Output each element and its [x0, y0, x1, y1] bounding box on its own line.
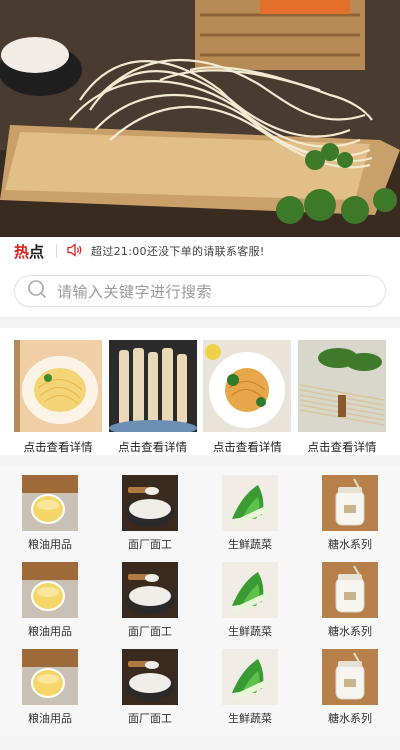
featured-item[interactable]: 点击查看详情	[14, 340, 102, 455]
noodle-banner-illustration	[0, 0, 400, 237]
category-label: 生鲜蔬菜	[228, 538, 272, 551]
category-vegetables[interactable]: 生鲜蔬菜	[200, 562, 300, 649]
pasta-broccoli-image	[203, 340, 292, 432]
category-grain-oil[interactable]: 粮油用品	[0, 649, 100, 736]
category-vegetables[interactable]: 生鲜蔬菜	[200, 649, 300, 736]
milk-jar-icon	[322, 475, 378, 531]
search-input[interactable]: 请输入关键字进行搜索	[14, 275, 386, 307]
category-grain-oil[interactable]: 粮油用品	[0, 562, 100, 649]
flour-bowl-icon	[122, 562, 178, 618]
featured-label: 点击查看详情	[212, 440, 282, 454]
category-label: 粮油用品	[28, 538, 72, 551]
oil-bowl-icon	[22, 649, 78, 705]
category-label: 糖水系列	[328, 538, 372, 551]
category-flour[interactable]: 面厂面工	[100, 562, 200, 649]
spaghetti-plate-image	[14, 340, 102, 432]
category-label: 面厂面工	[128, 712, 172, 725]
bok-choy-icon	[222, 649, 278, 705]
wide-noodles-image	[108, 340, 197, 432]
featured-label: 点击查看详情	[307, 440, 377, 454]
category-grain-oil[interactable]: 粮油用品	[0, 475, 100, 562]
featured-label: 点击查看详情	[23, 440, 93, 454]
category-label: 面厂面工	[128, 625, 172, 638]
bok-choy-icon	[222, 562, 278, 618]
category-label: 生鲜蔬菜	[228, 712, 272, 725]
featured-item[interactable]: 点击查看详情	[297, 340, 386, 455]
milk-jar-icon	[322, 649, 378, 705]
dried-noodles-image	[297, 340, 386, 432]
category-row: 粮油用品 面厂面工 生鲜蔬菜 糖水系列	[0, 562, 400, 649]
banner-image[interactable]	[0, 0, 400, 237]
category-label: 面厂面工	[128, 538, 172, 551]
category-label: 糖水系列	[328, 625, 372, 638]
flour-bowl-icon	[122, 475, 178, 531]
category-grid: 粮油用品 面厂面工 生鲜蔬菜 糖水系列 粮油用品 面厂面工 生鲜蔬菜 糖水系列 …	[0, 467, 400, 736]
category-flour[interactable]: 面厂面工	[100, 649, 200, 736]
category-dessert-soup[interactable]: 糖水系列	[300, 475, 400, 562]
milk-jar-icon	[322, 562, 378, 618]
speaker-icon	[67, 242, 83, 260]
oil-bowl-icon	[22, 562, 78, 618]
featured-products: 点击查看详情 点击查看详情 点击查看详情 点击查看详情	[0, 328, 400, 455]
category-vegetables[interactable]: 生鲜蔬菜	[200, 475, 300, 562]
category-flour[interactable]: 面厂面工	[100, 475, 200, 562]
hot-label: 热点	[14, 242, 45, 261]
oil-bowl-icon	[22, 475, 78, 531]
search-placeholder: 请输入关键字进行搜索	[57, 282, 213, 301]
category-row: 粮油用品 面厂面工 生鲜蔬菜 糖水系列	[0, 475, 400, 562]
flour-bowl-icon	[122, 649, 178, 705]
category-label: 粮油用品	[28, 712, 72, 725]
category-dessert-soup[interactable]: 糖水系列	[300, 562, 400, 649]
category-dessert-soup[interactable]: 糖水系列	[300, 649, 400, 736]
category-row: 粮油用品 面厂面工 生鲜蔬菜 糖水系列	[0, 649, 400, 736]
category-label: 粮油用品	[28, 625, 72, 638]
featured-item[interactable]: 点击查看详情	[203, 340, 292, 455]
notice-bar: 热点 超过21:00还没下单的请联系客服!	[0, 237, 400, 265]
divider	[56, 244, 58, 258]
search-icon	[27, 279, 47, 303]
bok-choy-icon	[222, 475, 278, 531]
search-area: 请输入关键字进行搜索	[0, 265, 400, 318]
category-label: 糖水系列	[328, 712, 372, 725]
featured-item[interactable]: 点击查看详情	[108, 340, 197, 455]
notice-text: 超过21:00还没下单的请联系客服!	[91, 245, 265, 258]
category-label: 生鲜蔬菜	[228, 625, 272, 638]
featured-label: 点击查看详情	[118, 440, 188, 454]
